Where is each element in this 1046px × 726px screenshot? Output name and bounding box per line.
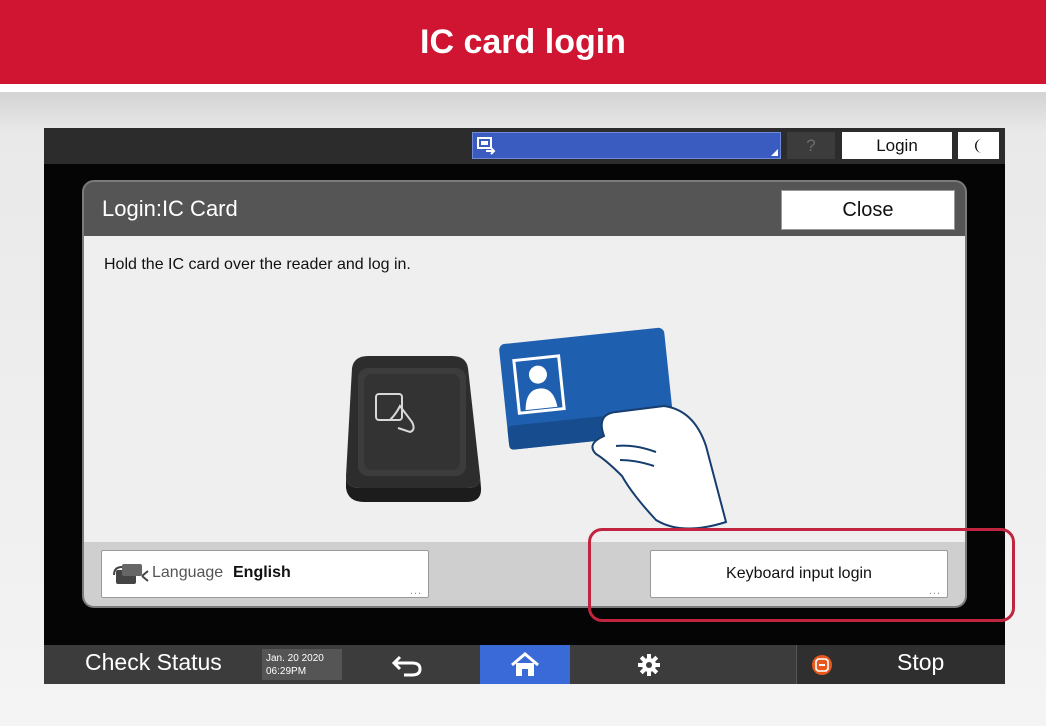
stop-icon [812,655,832,675]
back-arrow-icon [391,655,422,676]
check-status-button[interactable]: Check Status [85,649,222,676]
header-banner: IC card login [0,0,1046,84]
dialog-body: Hold the IC card over the reader and log… [84,236,965,542]
keyboard-login-highlight [588,528,1015,622]
settings-button[interactable] [624,649,674,680]
language-switch-icon [113,564,149,584]
more-indicator: ... [409,585,422,597]
energy-saver-button[interactable] [958,132,999,159]
copier-status-icon [477,137,496,155]
dialog-title: Login:IC Card [102,196,238,221]
dialog-header: Login:IC Card Close [84,182,965,236]
gear-icon [638,653,660,676]
close-button[interactable]: Close [781,190,955,230]
language-value: English [233,564,291,581]
date-text: Jan. 20 2020 [266,653,324,664]
time-text: 06:29PM [266,666,307,677]
stop-label: Stop [897,649,945,675]
stop-button[interactable]: Stop [796,645,1005,684]
ic-card-reader-illustration [346,327,728,530]
date-time-display: Jan. 20 2020 06:29PM [262,649,342,680]
home-icon [511,651,539,676]
login-button[interactable]: Login [842,132,952,159]
bottom-bar: Check Status Jan. 20 2020 06:29PM Stop [44,645,1005,684]
instruction-text: Hold the IC card over the reader and log… [104,256,411,273]
expand-corner-icon [771,149,778,156]
banner-title: IC card login [420,22,626,61]
help-button[interactable]: ? [787,132,835,159]
system-status-area[interactable] [472,132,781,159]
home-button[interactable] [480,645,570,684]
language-button[interactable]: Language English ... [101,550,429,598]
back-button[interactable] [382,649,432,680]
moon-icon [974,138,982,153]
language-label: Language [152,564,224,581]
top-status-bar: ? Login [44,128,1005,164]
